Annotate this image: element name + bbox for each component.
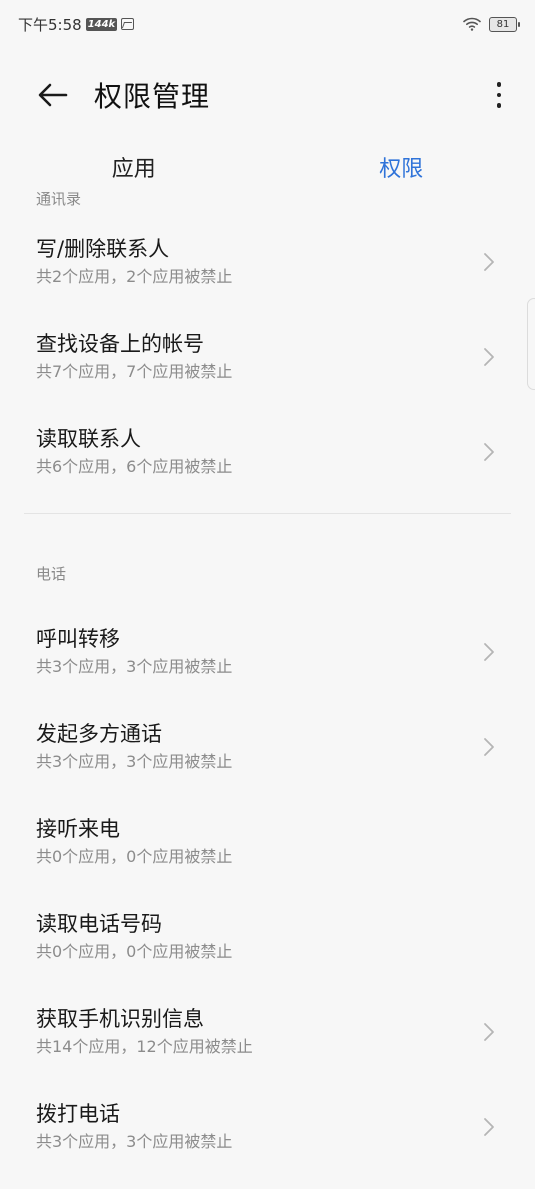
permission-title: 读取联系人: [36, 427, 141, 451]
permission-title: 获取手机识别信息: [36, 1007, 204, 1031]
more-dot: [496, 92, 502, 98]
permission-title: 写/删除联系人: [36, 237, 170, 261]
section-divider: [24, 513, 511, 514]
wifi-icon: [463, 17, 481, 31]
permission-item-make-calls[interactable]: 拨打电话 共3个应用，3个应用被禁止: [0, 1079, 535, 1174]
permission-item-read-contacts[interactable]: 读取联系人 共6个应用，6个应用被禁止: [0, 404, 535, 499]
chevron-right-icon: [484, 642, 494, 661]
edge-swipe-handle[interactable]: [527, 298, 535, 390]
permission-item-conference-call[interactable]: 发起多方通话 共3个应用，3个应用被禁止: [0, 699, 535, 794]
more-dot: [496, 103, 502, 108]
image-notification-icon: [121, 18, 135, 30]
permission-title: 读取电话号码: [36, 912, 162, 936]
permission-subtitle: 共0个应用，0个应用被禁止: [36, 942, 233, 961]
chevron-right-icon: [484, 442, 494, 461]
permission-title: 呼叫转移: [36, 627, 120, 651]
permission-title: 接听来电: [36, 817, 120, 841]
permission-subtitle: 共7个应用，7个应用被禁止: [36, 362, 233, 381]
status-bar: 下午5:58 144k 81: [0, 0, 535, 48]
permission-subtitle: 共0个应用，0个应用被禁止: [36, 847, 233, 866]
back-arrow-icon[interactable]: [36, 78, 70, 112]
permission-item-write-delete-contacts[interactable]: 写/删除联系人 共2个应用，2个应用被禁止: [0, 214, 535, 309]
permission-subtitle: 共3个应用，3个应用被禁止: [36, 657, 233, 676]
more-options-icon[interactable]: [487, 78, 511, 112]
permission-item-device-id[interactable]: 获取手机识别信息 共14个应用，12个应用被禁止: [0, 984, 535, 1079]
status-left: 下午5:58 144k: [18, 14, 135, 35]
permission-title: 拨打电话: [36, 1102, 120, 1126]
section-header-phone: 电话: [36, 565, 67, 583]
permission-subtitle: 共3个应用，3个应用被禁止: [36, 1132, 233, 1151]
permission-subtitle: 共14个应用，12个应用被禁止: [36, 1037, 253, 1056]
app-header: 权限管理: [0, 62, 535, 128]
chevron-right-icon: [484, 347, 494, 366]
permission-title: 查找设备上的帐号: [36, 332, 204, 356]
status-time: 下午5:58: [18, 15, 82, 34]
chevron-right-icon: [484, 1022, 494, 1041]
status-right: 81: [463, 16, 520, 32]
section-header-contacts: 通讯录: [36, 190, 82, 208]
battery-icon: 81: [489, 16, 520, 32]
permission-subtitle: 共2个应用，2个应用被禁止: [36, 267, 233, 286]
chevron-right-icon: [484, 252, 494, 271]
network-speed-badge: 144k: [85, 17, 118, 31]
permission-item-call-forwarding[interactable]: 呼叫转移 共3个应用，3个应用被禁止: [0, 604, 535, 699]
page-title: 权限管理: [94, 80, 211, 113]
permission-item-find-accounts[interactable]: 查找设备上的帐号 共7个应用，7个应用被禁止: [0, 309, 535, 404]
chevron-right-icon: [484, 737, 494, 756]
chevron-right-icon: [484, 1117, 494, 1136]
battery-level: 81: [496, 18, 510, 30]
more-dot: [496, 82, 502, 87]
permission-title: 发起多方通话: [36, 722, 162, 746]
permission-subtitle: 共6个应用，6个应用被禁止: [36, 457, 233, 476]
permission-list: 通讯录 写/删除联系人 共2个应用，2个应用被禁止 查找设备上的帐号 共7个应用…: [0, 186, 535, 1174]
permission-subtitle: 共3个应用，3个应用被禁止: [36, 752, 233, 771]
screen: 下午5:58 144k 81 权限管理 应用 权限 通讯录 写/删除联系人 共2…: [0, 0, 535, 1189]
permission-item-read-phone-numbers[interactable]: 读取电话号码 共0个应用，0个应用被禁止: [0, 889, 535, 984]
permission-item-answer-calls[interactable]: 接听来电 共0个应用，0个应用被禁止: [0, 794, 535, 889]
